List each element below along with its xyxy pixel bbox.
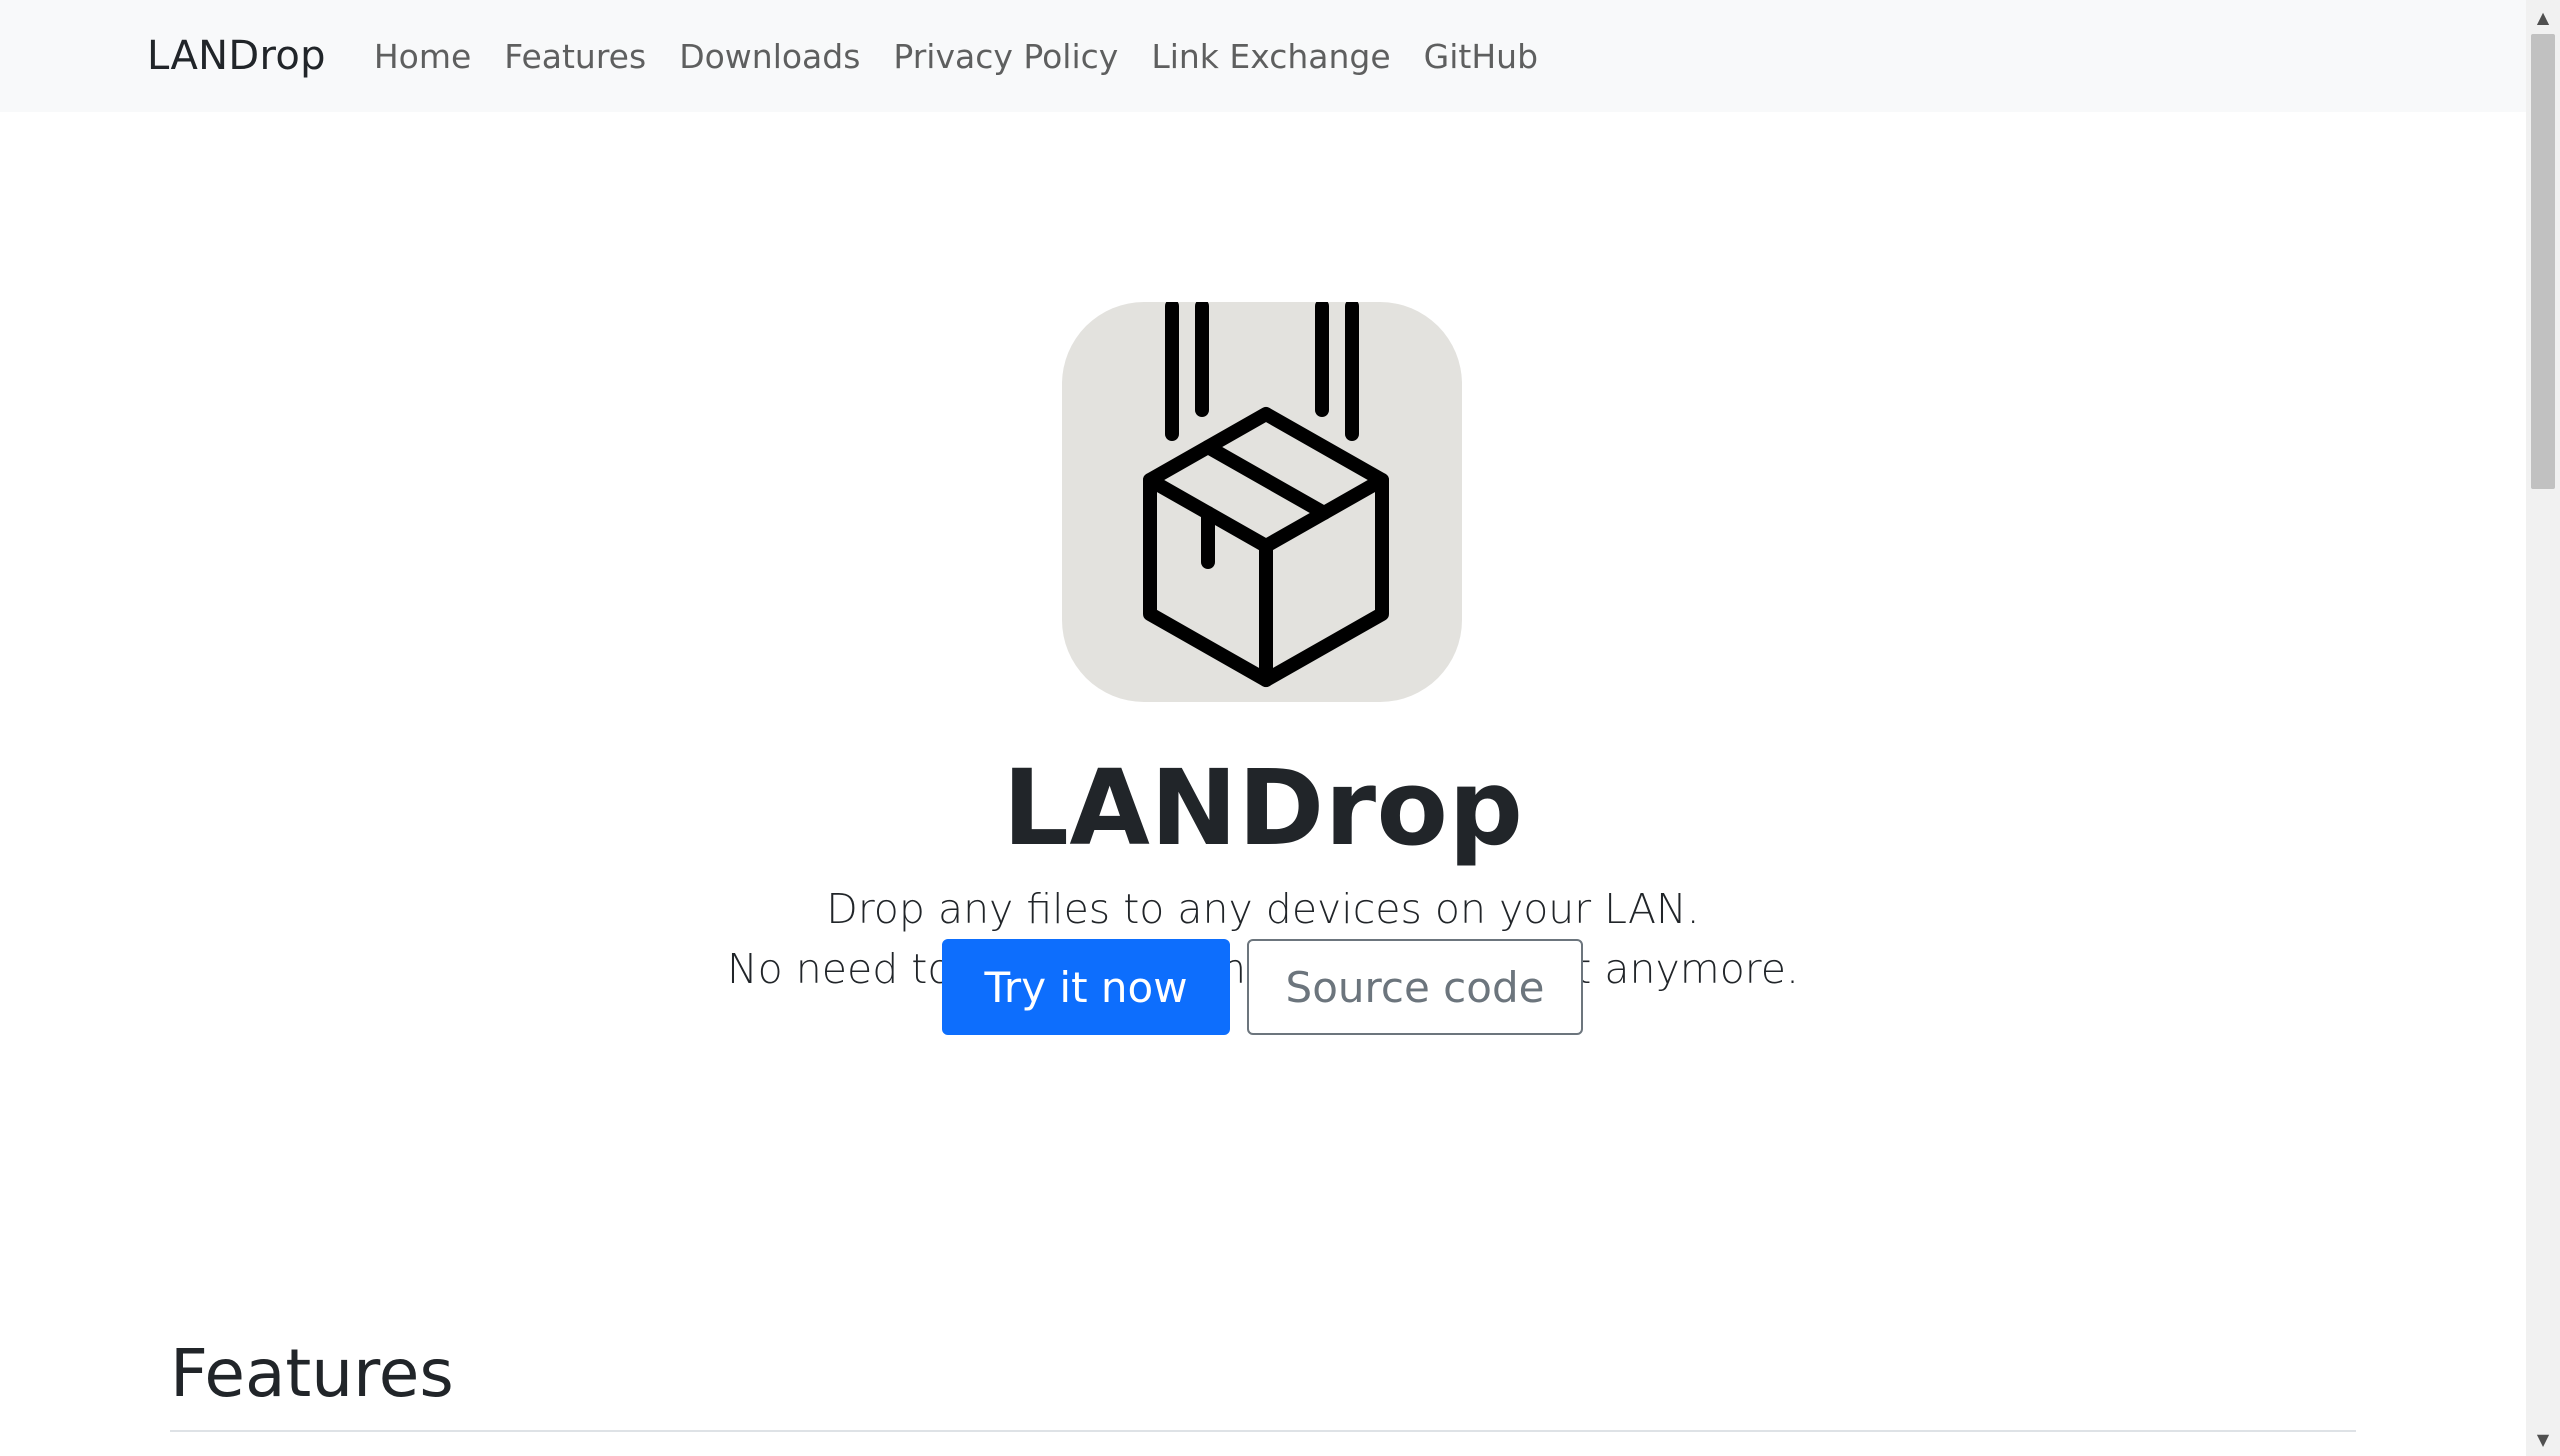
navbar-brand[interactable]: LANDrop — [147, 33, 326, 79]
navbar: LANDrop Home Features Downloads Privacy … — [0, 0, 2526, 112]
nav-link-github[interactable]: GitHub — [1424, 37, 1538, 76]
nav-link-downloads[interactable]: Downloads — [679, 37, 860, 76]
nav-link-link-exchange[interactable]: Link Exchange — [1151, 37, 1390, 76]
vertical-scrollbar[interactable]: ▲ ▼ — [2526, 0, 2560, 1456]
try-it-now-button[interactable]: Try it now — [942, 939, 1230, 1035]
nav-link-privacy-policy[interactable]: Privacy Policy — [893, 37, 1118, 76]
hero-lead-line1: Drop any files to any devices on your LA… — [826, 885, 1700, 933]
falling-package-icon — [1062, 299, 1462, 702]
source-code-button[interactable]: Source code — [1247, 939, 1583, 1035]
nav-links: Home Features Downloads Privacy Policy L… — [374, 37, 1538, 76]
nav-link-home[interactable]: Home — [374, 37, 471, 76]
scroll-up-arrow-icon[interactable]: ▲ — [2526, 0, 2560, 34]
features-divider — [170, 1430, 2356, 1432]
nav-link-features[interactable]: Features — [504, 37, 646, 76]
scroll-down-arrow-icon[interactable]: ▼ — [2526, 1422, 2560, 1456]
features-heading: Features — [170, 1335, 454, 1412]
hero-title: LANDrop — [1002, 747, 1524, 869]
scrollbar-thumb[interactable] — [2531, 34, 2555, 489]
page: LANDrop Home Features Downloads Privacy … — [0, 0, 2560, 1456]
